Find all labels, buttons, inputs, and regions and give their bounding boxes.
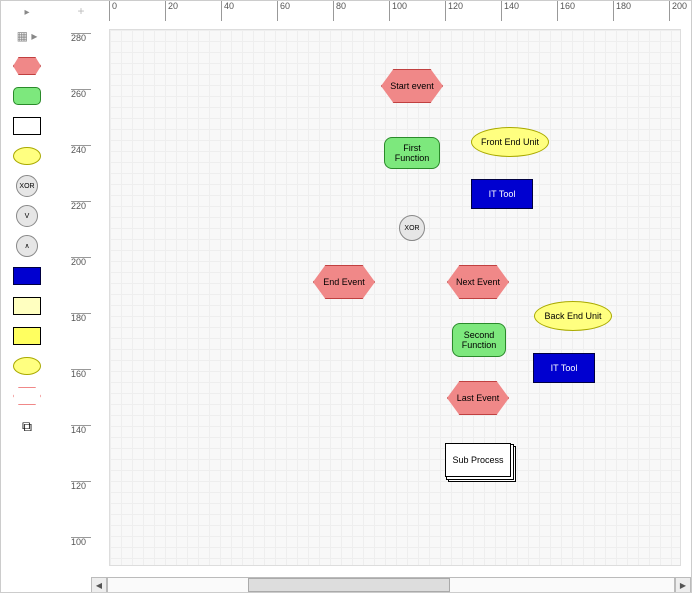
node-it_tool1[interactable]: IT Tool xyxy=(471,179,533,209)
ruler-h-tick: 100 xyxy=(389,1,407,21)
ruler-h-tick: 160 xyxy=(557,1,575,21)
node-start[interactable]: Start event xyxy=(381,69,443,103)
ruler-v-tick: 140 xyxy=(71,425,91,435)
ruler-v-tick: 120 xyxy=(71,481,91,491)
ruler-h-tick: 80 xyxy=(333,1,346,21)
ruler-h-tick: 200 xyxy=(669,1,687,21)
node-next_event[interactable]: Next Event xyxy=(447,265,509,299)
palette-path-hex[interactable] xyxy=(12,386,42,406)
ruler-h-tick: 180 xyxy=(613,1,631,21)
diagram-editor: ▸ ▦ ▸ XOR V ∧ ⧉ + 0 20 40 60 80 100 120 140 160 180 20… xyxy=(0,0,692,593)
palette-toolbar-icon[interactable]: ▦ ▸ xyxy=(12,26,42,46)
scroll-left-button[interactable]: ◀ xyxy=(91,577,107,593)
ruler-v-tick: 200 xyxy=(71,257,91,267)
palette-info-yellow1[interactable] xyxy=(12,296,42,316)
node-xor[interactable]: XOR xyxy=(399,215,425,241)
ruler-v-tick: 260 xyxy=(71,89,91,99)
node-back_unit[interactable]: Back End Unit xyxy=(534,301,612,331)
ruler-h-tick: 0 xyxy=(109,1,117,21)
palette-tool-blue[interactable] xyxy=(12,266,42,286)
palette-xor-connector[interactable]: XOR xyxy=(12,176,42,196)
ruler-v-tick: 220 xyxy=(71,201,91,211)
palette-or-connector[interactable]: V xyxy=(12,206,42,226)
node-front_unit[interactable]: Front End Unit xyxy=(471,127,549,157)
node-sub_proc[interactable]: Sub Process xyxy=(445,443,511,477)
node-it_tool2[interactable]: IT Tool xyxy=(533,353,595,383)
scroll-thumb[interactable] xyxy=(248,578,450,592)
ruler-origin: + xyxy=(71,1,92,22)
scroll-track[interactable] xyxy=(107,577,675,593)
palette-event-hex[interactable] xyxy=(12,56,42,76)
ruler-v-tick: 240 xyxy=(71,145,91,155)
palette-subprocess-icon[interactable]: ⧉ xyxy=(12,416,42,436)
palette-and-connector[interactable]: ∧ xyxy=(12,236,42,256)
palette-function-rounded[interactable] xyxy=(12,86,42,106)
node-end_event[interactable]: End Event xyxy=(313,265,375,299)
scroll-right-button[interactable]: ▶ xyxy=(675,577,691,593)
node-last_event[interactable]: Last Event xyxy=(447,381,509,415)
ruler-v-tick: 100 xyxy=(71,537,91,547)
nodes-layer: Start event First Function Front End Unit I… xyxy=(91,21,691,578)
canvas[interactable]: Start event First Function Front End Unit I… xyxy=(91,21,691,578)
ruler-vertical: 280 260 240 220 200 180 160 140 120 100 xyxy=(71,21,92,578)
node-second_fn[interactable]: Second Function xyxy=(452,323,506,357)
scrollbar-horizontal[interactable]: ◀ ▶ xyxy=(91,578,691,592)
ruler-h-tick: 120 xyxy=(445,1,463,21)
ruler-h-tick: 140 xyxy=(501,1,519,21)
palette-orgunit-ellipse[interactable] xyxy=(12,146,42,166)
ruler-h-tick: 20 xyxy=(165,1,178,21)
ruler-v-tick: 280 xyxy=(71,33,91,43)
shape-palette: ▸ ▦ ▸ XOR V ∧ ⧉ xyxy=(1,1,53,593)
ruler-v-tick: 180 xyxy=(71,313,91,323)
ruler-h-tick: 60 xyxy=(277,1,290,21)
node-first_fn[interactable]: First Function xyxy=(384,137,440,169)
palette-info-yellow2[interactable] xyxy=(12,326,42,346)
palette-process-rect[interactable] xyxy=(12,116,42,136)
ruler-v-tick: 160 xyxy=(71,369,91,379)
ruler-horizontal: 0 20 40 60 80 100 120 140 160 180 200 xyxy=(91,1,691,22)
chevron-right-icon: ▸ xyxy=(24,7,29,18)
palette-header[interactable]: ▸ xyxy=(1,7,53,18)
palette-orgunit-ellipse2[interactable] xyxy=(12,356,42,376)
ruler-h-tick: 40 xyxy=(221,1,234,21)
